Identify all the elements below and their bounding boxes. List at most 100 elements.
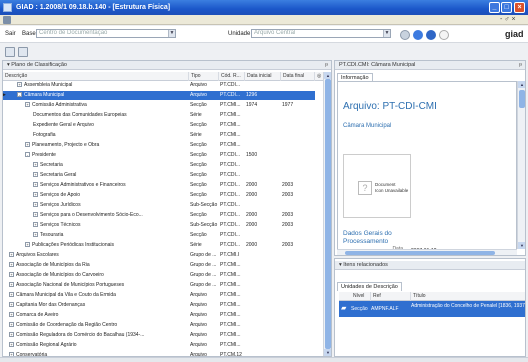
tree-row-tipo: Arquivo	[190, 82, 207, 88]
expand-icon[interactable]: +	[25, 102, 30, 108]
detail-hscrollbar[interactable]	[337, 249, 517, 255]
expand-icon[interactable]: +	[9, 302, 14, 308]
tree-row[interactable]: Fotografia Série PT.CMI...	[3, 131, 325, 140]
tree-row[interactable]: + Tesouraria Secção PT.CDI...	[3, 231, 325, 240]
tree-row[interactable]: Documentos das Comunidades Europeias Séri…	[3, 111, 325, 120]
col-data-final[interactable]: Data final	[281, 72, 315, 81]
tree-row-label: Câmara Municipal	[24, 92, 65, 98]
related-row[interactable]: ▰ Secção AMPNF.ALF Administração do Conc…	[339, 301, 525, 317]
tree-row[interactable]: + Comarca de Aveiro Arquivo PT.CMI...	[3, 311, 325, 320]
tree-row[interactable]: + Associação de Municípios da Ria Grupo de…	[3, 261, 325, 270]
expand-icon[interactable]: +	[9, 252, 14, 258]
tree-row[interactable]: + Câmara Municipal da Vila e Couto da Erm…	[3, 291, 325, 300]
tree-row-di: 1974	[246, 102, 258, 108]
tree-row[interactable]: - Câmara Municipal Arquivo PT.CDI... 1296 ▶	[3, 91, 325, 100]
unidade-select[interactable]: Arquivo Central ▼	[251, 29, 391, 38]
mdi-doc-icon[interactable]	[3, 16, 11, 24]
tree-row[interactable]: + Comissão de Coordenação da Região Centr…	[3, 321, 325, 330]
scroll-up-icon[interactable]: ▲	[518, 81, 525, 88]
globe-icon[interactable]	[413, 30, 423, 40]
close-button[interactable]: ×	[514, 2, 525, 13]
scroll-down-icon[interactable]: ▼	[518, 242, 525, 249]
detail-scrollbar[interactable]: ▲ ▼	[517, 81, 525, 249]
tree-row[interactable]: + Comissão Reguladora do Comércio do Baca…	[3, 331, 325, 340]
tree-row-di: 2000	[246, 182, 258, 188]
tree-row[interactable]: - Presidente Secção PT.CDI... 1500	[3, 151, 325, 160]
chevron-down-icon[interactable]: ▼	[383, 30, 390, 37]
col-titulo[interactable]: Título	[411, 292, 525, 301]
tree-row[interactable]: + Serviços de Apoio Secção PT.CDI... 2000 200…	[3, 191, 325, 200]
expand-icon[interactable]: +	[33, 172, 38, 178]
tree-row[interactable]: + Comissão Administrativa Secção PT.CMI... 1…	[3, 101, 325, 110]
expand-icon[interactable]: +	[33, 162, 38, 168]
tree-row[interactable]: + Serviços para o Desenvolvimento Sócio-E…	[3, 211, 325, 220]
col-tipo[interactable]: Tipo	[189, 72, 219, 81]
maximize-button[interactable]: □	[501, 2, 512, 13]
expand-icon[interactable]: +	[9, 322, 14, 328]
detail-hscroll-thumb[interactable]	[345, 251, 495, 255]
tree-row[interactable]: + Assembleia Municipal Arquivo PT.CDI...	[3, 81, 325, 90]
base-select[interactable]: Centro de Documentação ▼	[36, 29, 176, 38]
expand-icon[interactable]: +	[9, 332, 14, 338]
help-icon[interactable]	[439, 30, 449, 40]
expand-icon[interactable]: +	[9, 342, 14, 348]
tree-row[interactable]: + Secretaria Secção PT.CDI...	[3, 161, 325, 170]
tree-row[interactable]: + Associação Nacional de Municípios Portu…	[3, 281, 325, 290]
col-descricao[interactable]: Descrição	[3, 72, 189, 81]
tree-row-df	[281, 311, 315, 320]
expand-icon[interactable]: +	[9, 272, 14, 278]
arrow-nav-icon[interactable]	[400, 30, 410, 40]
expand-icon[interactable]: +	[9, 312, 14, 318]
mdi-window-controls[interactable]: - ♂ ×	[500, 15, 516, 25]
tree-row[interactable]: + Arquivos Escolares Grupo de ... PT.CMI.I	[3, 251, 325, 260]
collapse-icon[interactable]: -	[17, 92, 22, 98]
tree-row[interactable]: + Publicações Periódicas Institucionais Sé…	[3, 241, 325, 250]
expand-icon[interactable]: +	[33, 192, 38, 198]
col-nivel[interactable]: Nível	[351, 292, 371, 301]
tree-row-label: Comissão Regional Agrário	[16, 342, 77, 348]
tree-row[interactable]: + Capitania Mor das Ordenanças Arquivo PT.C…	[3, 301, 325, 310]
tree-row[interactable]: + Comissão Regional Agrário Arquivo PT.CMI.…	[3, 341, 325, 350]
tree-row[interactable]: + Planeamento, Projecto e Obra Secção PT.CM…	[3, 141, 325, 150]
scroll-down-icon[interactable]: ▼	[324, 349, 331, 356]
expand-icon[interactable]: +	[17, 82, 22, 88]
tree-row-description: + Comissão de Coordenação da Região Centr…	[3, 321, 189, 330]
pin-icon[interactable]: ᵽ	[325, 61, 328, 70]
tree-row[interactable]: Expediente Geral e Arquivo Secção PT.CMI..…	[3, 121, 325, 130]
expand-icon[interactable]: +	[33, 202, 38, 208]
expand-icon[interactable]: +	[9, 262, 14, 268]
col-data-inicial[interactable]: Data inicial	[245, 72, 281, 81]
refresh-icon[interactable]	[18, 47, 28, 57]
col-cod[interactable]: Cód. R...	[219, 72, 245, 81]
expand-icon[interactable]: +	[33, 182, 38, 188]
home-icon[interactable]	[5, 47, 15, 57]
tree-row[interactable]: + Serviços Jurídicos Sub-Secção PT.CDI...	[3, 201, 325, 210]
tree-row-label: Serviços Jurídicos	[40, 202, 81, 208]
tree-row-di	[245, 111, 281, 120]
tab-unidades-descricao[interactable]: Unidades de Descrição	[337, 282, 402, 291]
tree-row-label: Serviços de Apoio	[40, 192, 81, 198]
expand-icon[interactable]: +	[33, 232, 38, 238]
minimize-button[interactable]: _	[489, 2, 500, 13]
tree-scrollbar[interactable]: ▲ ▼	[323, 72, 331, 356]
tree-row-cod: PT.CMI.I	[220, 252, 240, 258]
expand-icon[interactable]: +	[33, 212, 38, 218]
tree-row[interactable]: + Secretaria Geral Secção PT.CDI...	[3, 171, 325, 180]
sair-link[interactable]: Sair	[5, 30, 16, 38]
expand-icon[interactable]: +	[9, 292, 14, 298]
expand-icon[interactable]: +	[33, 222, 38, 228]
chevron-down-icon[interactable]: ▼	[168, 30, 175, 37]
expand-icon[interactable]: +	[25, 142, 30, 148]
tree-scroll-thumb[interactable]	[325, 79, 331, 349]
expand-icon[interactable]: +	[25, 242, 30, 248]
tree-row[interactable]: + Serviços Administrativos e Financeiros S…	[3, 181, 325, 190]
collapse-icon[interactable]: -	[25, 152, 30, 158]
detail-scroll-thumb[interactable]	[519, 90, 525, 108]
pin-icon[interactable]: ᵽ	[519, 61, 522, 70]
col-ref[interactable]: Ref	[371, 292, 411, 301]
scroll-up-icon[interactable]: ▲	[324, 72, 331, 79]
tree-row[interactable]: + Associação de Municípios do Carvoeiro Gr…	[3, 271, 325, 280]
expand-icon[interactable]: +	[9, 282, 14, 288]
network-icon[interactable]	[426, 30, 436, 40]
tree-row[interactable]: + Serviços Técnicos Sub-Secção PT.CDI... 200…	[3, 221, 325, 230]
